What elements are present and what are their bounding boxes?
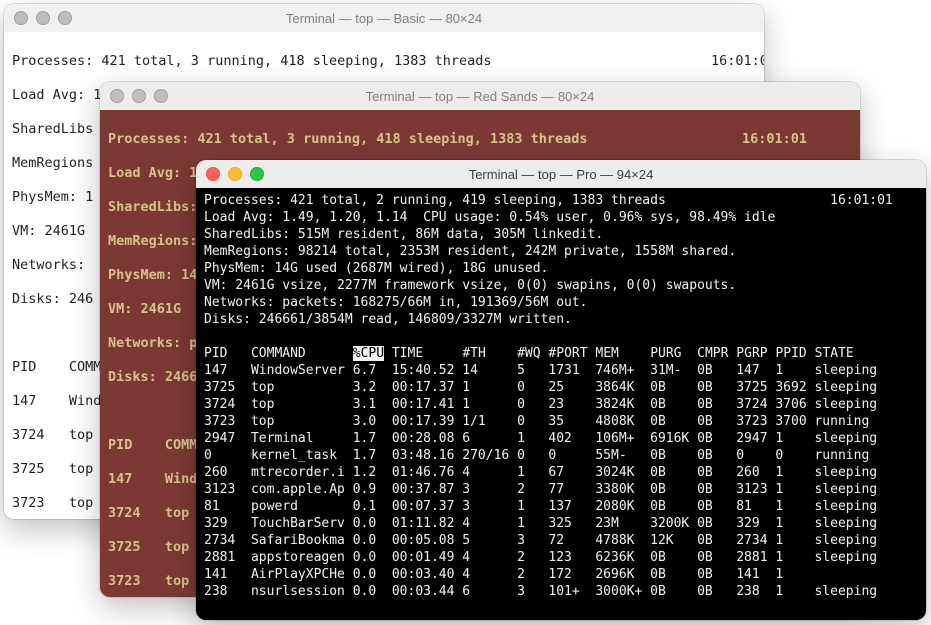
traffic-lights-red-sands: [100, 89, 168, 103]
zoom-icon[interactable]: [154, 89, 168, 103]
table-row: 141 AirPlayXPCHe 0.0 00:03.40 4 2 172 26…: [204, 566, 918, 583]
close-icon[interactable]: [14, 11, 28, 25]
zoom-icon[interactable]: [58, 11, 72, 25]
proc-summary: Processes: 421 total, 3 running, 418 sle…: [108, 131, 852, 148]
proc-summary: Processes: 421 total, 2 running, 419 sle…: [204, 192, 918, 209]
titlebar-red-sands[interactable]: Terminal — top — Red Sands — 80×24: [100, 82, 860, 110]
table-row: 0 kernel_task 1.7 03:48.16 270/16 0 0 55…: [204, 447, 918, 464]
table-header: PID COMMAND %CPU TIME #TH #WQ #PORT MEM …: [204, 345, 918, 362]
table-row: 3123 com.apple.Ap 0.9 00:37.87 3 2 77 33…: [204, 481, 918, 498]
minimize-icon[interactable]: [36, 11, 50, 25]
sort-column-indicator: %CPU: [353, 346, 384, 361]
physmem-line: PhysMem: 14G used (2687M wired), 18G unu…: [204, 260, 918, 277]
table-row: 2947 Terminal 1.7 00:28.08 6 1 402 106M+…: [204, 430, 918, 447]
zoom-icon[interactable]: [250, 167, 264, 181]
traffic-lights-basic: [4, 11, 72, 25]
table-row: 3724 top 3.1 00:17.41 1 0 23 3824K 0B 0B…: [204, 396, 918, 413]
traffic-lights-pro: [196, 167, 264, 181]
blank-line: [204, 328, 918, 345]
table-row: 329 TouchBarServ 0.0 01:11.82 4 1 325 23…: [204, 515, 918, 532]
titlebar-basic[interactable]: Terminal — top — Basic — 80×24: [4, 4, 764, 32]
terminal-content-pro[interactable]: Processes: 421 total, 2 running, 419 sle…: [196, 188, 926, 620]
clock: 16:01:01: [711, 53, 764, 69]
networks-line: Networks: packets: 168275/66M in, 191369…: [204, 294, 918, 311]
table-row: 238 nsurlsession 0.0 00:03.44 6 3 101+ 3…: [204, 583, 918, 600]
table-row: 3723 top 3.0 00:17.39 1/1 0 35 4808K 0B …: [204, 413, 918, 430]
table-row: 2881 appstoreagen 0.0 00:01.49 4 2 123 6…: [204, 549, 918, 566]
vm-line: VM: 2461G vsize, 2277M framework vsize, …: [204, 277, 918, 294]
close-icon[interactable]: [110, 89, 124, 103]
proc-summary: Processes: 421 total, 3 running, 418 sle…: [12, 53, 756, 70]
window-title-basic: Terminal — top — Basic — 80×24: [4, 11, 764, 26]
table-row: 147 WindowServer 6.7 15:40.52 14 5 1731 …: [204, 362, 918, 379]
terminal-window-pro[interactable]: Terminal — top — Pro — 94×24 Processes: …: [196, 160, 926, 620]
table-row: 2734 SafariBookma 0.0 00:05.08 5 3 72 47…: [204, 532, 918, 549]
table-row: 81 powerd 0.1 00:07.37 3 1 137 2080K 0B …: [204, 498, 918, 515]
minimize-icon[interactable]: [132, 89, 146, 103]
memregions-line: MemRegions: 98214 total, 2353M resident,…: [204, 243, 918, 260]
processes-line: Processes: 421 total, 3 running, 418 sle…: [12, 53, 492, 69]
minimize-icon[interactable]: [228, 167, 242, 181]
window-title-pro: Terminal — top — Pro — 94×24: [196, 167, 926, 182]
titlebar-pro[interactable]: Terminal — top — Pro — 94×24: [196, 160, 926, 188]
table-row: 3725 top 3.2 00:17.37 1 0 25 3864K 0B 0B…: [204, 379, 918, 396]
window-title-red-sands: Terminal — top — Red Sands — 80×24: [100, 89, 860, 104]
disks-line: Disks: 246661/3854M read, 146809/3327M w…: [204, 311, 918, 328]
loadavg-line: Load Avg: 1.49, 1.20, 1.14 CPU usage: 0.…: [204, 209, 918, 226]
processes-line: Processes: 421 total, 3 running, 418 sle…: [108, 131, 588, 147]
close-icon[interactable]: [206, 167, 220, 181]
table-row: 260 mtrecorder.i 1.2 01:46.76 4 1 67 302…: [204, 464, 918, 481]
sharedlibs-line: SharedLibs: 515M resident, 86M data, 305…: [204, 226, 918, 243]
clock: 16:01:01: [742, 131, 807, 147]
